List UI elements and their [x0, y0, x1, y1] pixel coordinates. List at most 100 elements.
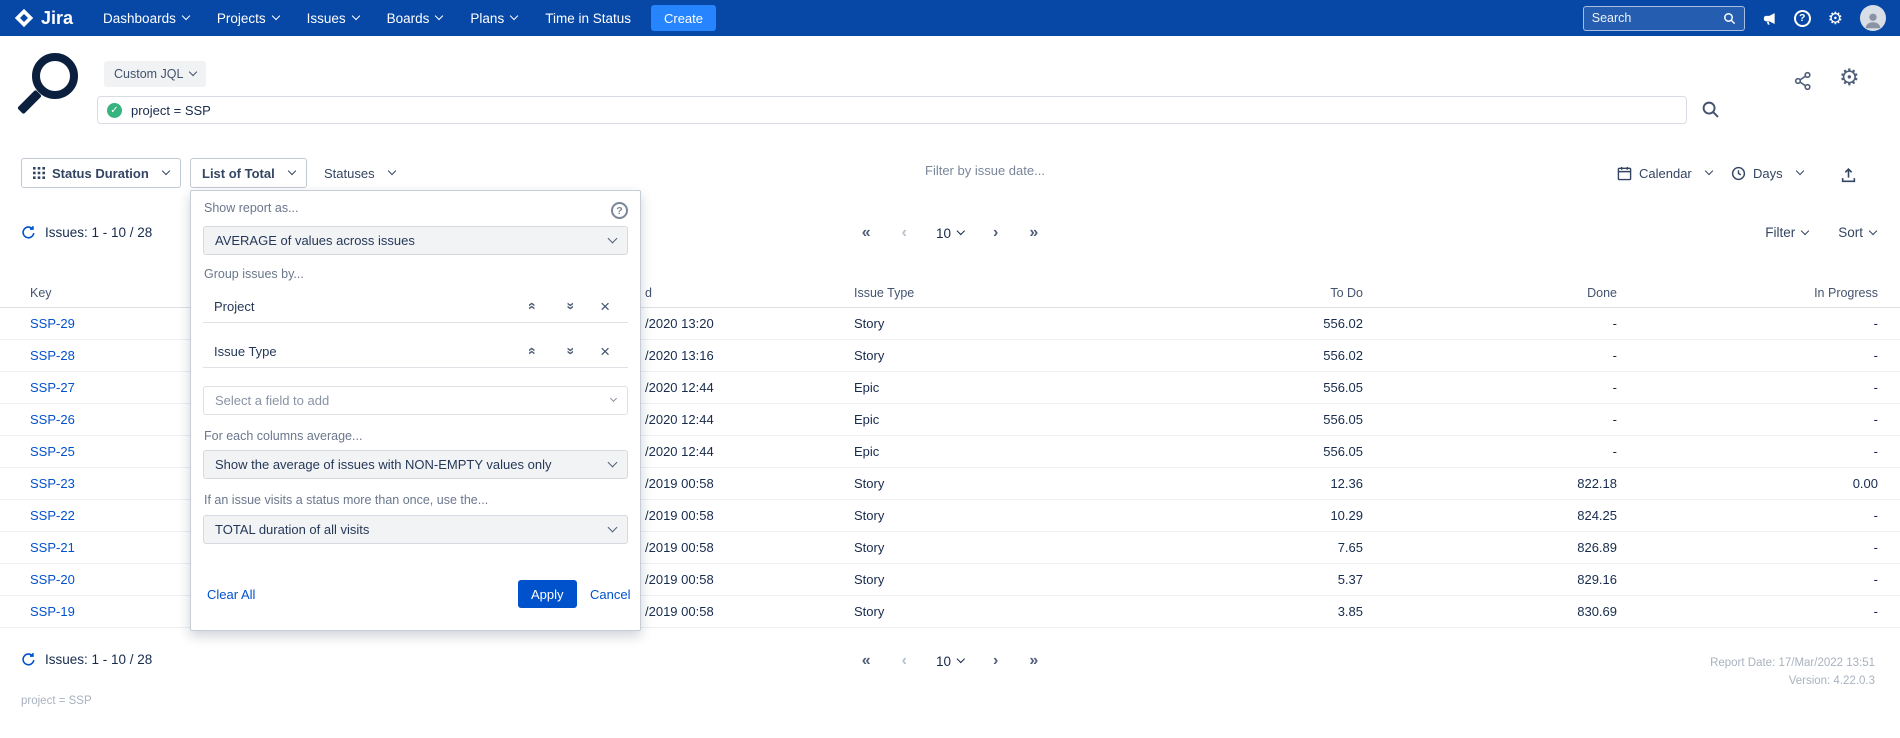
issue-key-link[interactable]: SSP-27 — [30, 380, 75, 395]
sort-button[interactable]: Sort — [1838, 225, 1876, 240]
nav-item-boards[interactable]: Boards — [387, 11, 443, 26]
next-page-button[interactable]: › — [991, 651, 1000, 671]
filter-button[interactable]: Filter — [1765, 225, 1808, 240]
nav-item-time-in-status[interactable]: Time in Status — [545, 11, 631, 26]
remove-field-icon[interactable]: × — [600, 343, 610, 360]
nav-item-plans[interactable]: Plans — [470, 11, 517, 26]
previous-page-button[interactable]: ‹ — [900, 651, 909, 671]
next-page-button[interactable]: › — [991, 223, 1000, 243]
issue-key-link[interactable]: SSP-26 — [30, 412, 75, 427]
multiple-visits-select[interactable]: TOTAL duration of all visits — [203, 515, 628, 544]
time-units-label: Days — [1753, 166, 1783, 181]
cancel-link[interactable]: Cancel — [590, 587, 630, 602]
gear-icon[interactable]: ⚙ — [1828, 10, 1843, 27]
share-icon[interactable] — [1793, 71, 1813, 94]
issue-type-cell: Epic — [854, 412, 1144, 427]
nav-item-label: Issues — [307, 11, 346, 26]
issue-date-filter-input[interactable] — [925, 163, 1175, 178]
move-to-top-icon[interactable]: « — [525, 346, 541, 356]
move-to-bottom-icon[interactable]: « — [561, 301, 577, 311]
avatar[interactable] — [1860, 5, 1886, 31]
todo-cell: 556.05 — [1144, 444, 1363, 459]
issue-key-link[interactable]: SSP-20 — [30, 572, 75, 587]
column-header-todo[interactable]: To Do — [1144, 286, 1363, 300]
issue-key-link[interactable]: SSP-21 — [30, 540, 75, 555]
announcements-megaphone-icon[interactable] — [1762, 11, 1777, 26]
first-page-button[interactable]: « — [860, 651, 873, 671]
chevron-down-icon — [351, 12, 359, 20]
previous-page-button[interactable]: ‹ — [900, 223, 909, 243]
nav-search-box — [1583, 6, 1745, 31]
refresh-icon[interactable] — [21, 225, 36, 240]
in-progress-cell: - — [1617, 412, 1878, 427]
report-as-select[interactable]: AVERAGE of values across issues — [203, 226, 628, 255]
jira-brand[interactable]: Jira — [14, 8, 73, 29]
page-size-dropdown[interactable]: 10 — [936, 654, 964, 669]
nav-item-projects[interactable]: Projects — [217, 11, 279, 26]
issues-summary-text: Issues: 1 - 10 / 28 — [45, 225, 152, 240]
column-header-issue-type[interactable]: Issue Type — [854, 286, 1144, 300]
person-icon — [1862, 9, 1884, 31]
columns-average-label: For each columns average... — [204, 429, 362, 443]
issue-key-link[interactable]: SSP-19 — [30, 604, 75, 619]
remove-field-icon[interactable]: × — [600, 298, 610, 315]
jql-search-icon[interactable] — [1701, 100, 1720, 122]
apply-button[interactable]: Apply — [518, 580, 577, 608]
chevron-down-icon — [957, 227, 965, 235]
add-field-input[interactable] — [215, 393, 611, 408]
nav-item-dashboards[interactable]: Dashboards — [103, 11, 189, 26]
issue-key-link[interactable]: SSP-22 — [30, 508, 75, 523]
column-header-done[interactable]: Done — [1363, 286, 1617, 300]
todo-cell: 556.02 — [1144, 348, 1363, 363]
report-meta: Report Date: 17/Mar/2022 13:51 Version: … — [1710, 654, 1875, 690]
issue-type-cell: Story — [854, 540, 1144, 555]
calendar-button[interactable]: Calendar — [1617, 158, 1712, 188]
group-by-label: Group issues by... — [204, 267, 304, 281]
chevron-down-icon — [610, 395, 617, 402]
multiple-visits-value: TOTAL duration of all visits — [215, 522, 369, 537]
group-field-actions: « « × — [528, 343, 628, 360]
report-settings-gear-icon[interactable]: ⚙ — [1839, 66, 1860, 89]
nav-item-issues[interactable]: Issues — [307, 11, 359, 26]
time-units-button[interactable]: Days — [1731, 158, 1803, 188]
chevron-down-icon — [162, 167, 170, 175]
issue-key-link[interactable]: SSP-28 — [30, 348, 75, 363]
column-header-created-fragment[interactable]: d — [645, 286, 854, 300]
chevron-down-icon — [1801, 226, 1809, 234]
query-mode-button[interactable]: Custom JQL — [104, 61, 206, 87]
export-icon[interactable] — [1840, 160, 1857, 190]
refresh-icon[interactable] — [21, 652, 36, 667]
create-button[interactable]: Create — [651, 5, 716, 31]
move-to-top-icon[interactable]: « — [525, 301, 541, 311]
nav-item-label: Boards — [387, 11, 430, 26]
column-header-in-progress[interactable]: In Progress — [1617, 286, 1878, 300]
nav-item-label: Time in Status — [545, 11, 631, 26]
jql-input-box: ✓ — [97, 96, 1687, 124]
columns-average-select[interactable]: Show the average of issues with NON-EMPT… — [203, 450, 628, 479]
done-cell: - — [1363, 412, 1617, 427]
jql-input[interactable] — [131, 103, 1677, 118]
last-page-button[interactable]: » — [1027, 223, 1040, 243]
report-type-button[interactable]: Status Duration — [21, 158, 181, 188]
issue-key-link[interactable]: SSP-25 — [30, 444, 75, 459]
statuses-button[interactable]: Statuses — [324, 158, 395, 188]
add-field-select — [203, 386, 628, 415]
last-page-button[interactable]: » — [1027, 651, 1040, 671]
created-cell: /2020 12:44 — [645, 412, 854, 427]
todo-cell: 556.05 — [1144, 412, 1363, 427]
view-type-button[interactable]: List of Total — [190, 158, 307, 188]
clear-all-link[interactable]: Clear All — [207, 587, 255, 602]
first-page-button[interactable]: « — [860, 223, 873, 243]
issue-key-link[interactable]: SSP-29 — [30, 316, 75, 331]
page-size-dropdown[interactable]: 10 — [936, 226, 964, 241]
done-cell: - — [1363, 348, 1617, 363]
chevron-down-icon — [287, 167, 295, 175]
report-date-text: Report Date: 17/Mar/2022 13:51 — [1710, 654, 1875, 672]
help-icon[interactable]: ? — [1794, 10, 1811, 27]
issue-key-link[interactable]: SSP-23 — [30, 476, 75, 491]
move-to-bottom-icon[interactable]: « — [561, 346, 577, 356]
pagination-bottom: « ‹ 10 › » — [860, 651, 1041, 671]
search-input[interactable] — [1592, 11, 1717, 25]
help-circle-icon[interactable]: ? — [611, 202, 628, 219]
chevron-down-icon — [608, 523, 618, 533]
